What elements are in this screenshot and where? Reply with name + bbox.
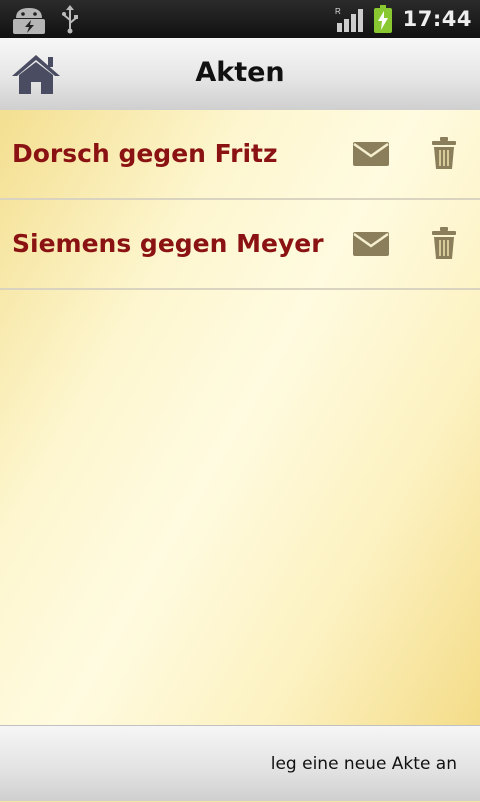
trash-icon — [432, 227, 456, 259]
list-item-label[interactable]: Dorsch gegen Fritz — [12, 110, 278, 198]
trash-icon — [432, 137, 456, 169]
roaming-indicator: R — [335, 7, 341, 16]
list-item[interactable]: Dorsch gegen Fritz — [0, 110, 480, 200]
battery-charging-icon — [373, 5, 392, 33]
list-item[interactable]: Siemens gegen Meyer — [0, 200, 480, 290]
new-akte-button[interactable]: leg eine neue Akte an — [271, 726, 457, 801]
page-title: Akten — [195, 57, 285, 88]
send-mail-button[interactable] — [352, 230, 390, 258]
list-item-label[interactable]: Siemens gegen Meyer — [12, 200, 324, 288]
mail-icon — [353, 142, 389, 166]
home-button[interactable] — [10, 52, 62, 96]
title-bar: Akten — [0, 38, 480, 111]
send-mail-button[interactable] — [352, 140, 390, 168]
status-time: 17:44 — [402, 7, 472, 31]
delete-button[interactable] — [430, 226, 458, 260]
signal-icon: R — [335, 7, 363, 32]
usb-icon — [62, 5, 78, 34]
android-debug-icon — [13, 8, 45, 34]
home-icon — [12, 55, 60, 94]
akten-list: Dorsch gegen Fritz Siemens gegen Meyer — [0, 110, 480, 725]
delete-button[interactable] — [430, 136, 458, 170]
mail-icon — [353, 232, 389, 256]
status-bar: R 17:44 — [0, 0, 480, 38]
bottom-bar: leg eine neue Akte an — [0, 725, 480, 801]
